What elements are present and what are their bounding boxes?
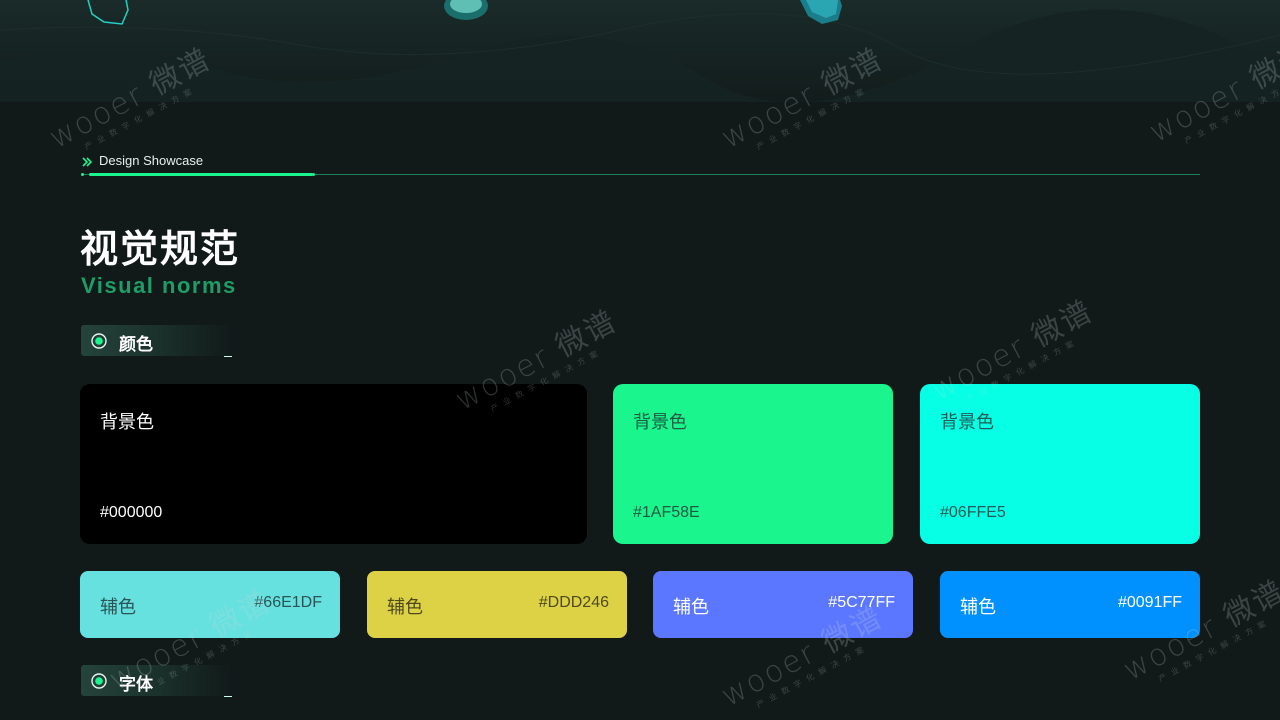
tag-underline [224,356,232,357]
swatch-name: 背景色 [940,412,994,432]
map-banner [0,0,1280,102]
color-section-tag: 颜色 [81,325,232,357]
section-header: Design Showcase [81,152,1200,178]
terrain-map-graphic [0,0,1280,102]
swatch-name: 背景色 [100,412,154,432]
accent-name: 辅色 [673,597,709,617]
divider-dot [312,173,315,176]
divider-dot [81,173,84,176]
tag-underline [224,696,232,697]
swatch-name: 背景色 [633,412,687,432]
accent-hex: #5C77FF [828,594,895,611]
swatch-hex: #06FFE5 [940,504,1006,521]
swatch-accent-blue: 辅色 #0091FF [940,571,1200,638]
swatch-background-black: 背景色 #000000 [80,384,587,544]
section-label: Design Showcase [99,153,204,168]
swatch-hex: #1AF58E [633,504,700,521]
page-subtitle: Visual norms [81,273,237,298]
accent-name: 辅色 [960,597,996,617]
swatch-accent-yellow: 辅色 #DDD246 [367,571,627,638]
font-section-tag: 字体 [81,665,232,697]
swatch-background-green: 背景色 #1AF58E [613,384,893,544]
accent-name: 辅色 [387,597,423,617]
design-page: Design Showcase 视觉规范 Visual norms 颜色 背景色… [0,0,1280,720]
font-tag-label: 字体 [119,675,153,694]
radio-dot-icon [91,673,107,689]
double-chevron-right-icon [82,157,93,167]
accent-hex: #0091FF [1117,594,1182,611]
color-tag-label: 颜色 [119,335,153,354]
divider-highlight [89,173,313,176]
swatch-accent-teal: 辅色 #66E1DF [80,571,340,638]
page-title: 视觉规范 [80,229,241,271]
swatch-background-cyan: 背景色 #06FFE5 [920,384,1200,544]
radio-dot-icon [91,333,107,349]
accent-name: 辅色 [100,597,136,617]
swatch-hex: #000000 [100,504,163,521]
swatch-accent-blue-violet: 辅色 #5C77FF [653,571,913,638]
accent-hex: #66E1DF [254,594,322,611]
accent-hex: #DDD246 [538,594,609,611]
